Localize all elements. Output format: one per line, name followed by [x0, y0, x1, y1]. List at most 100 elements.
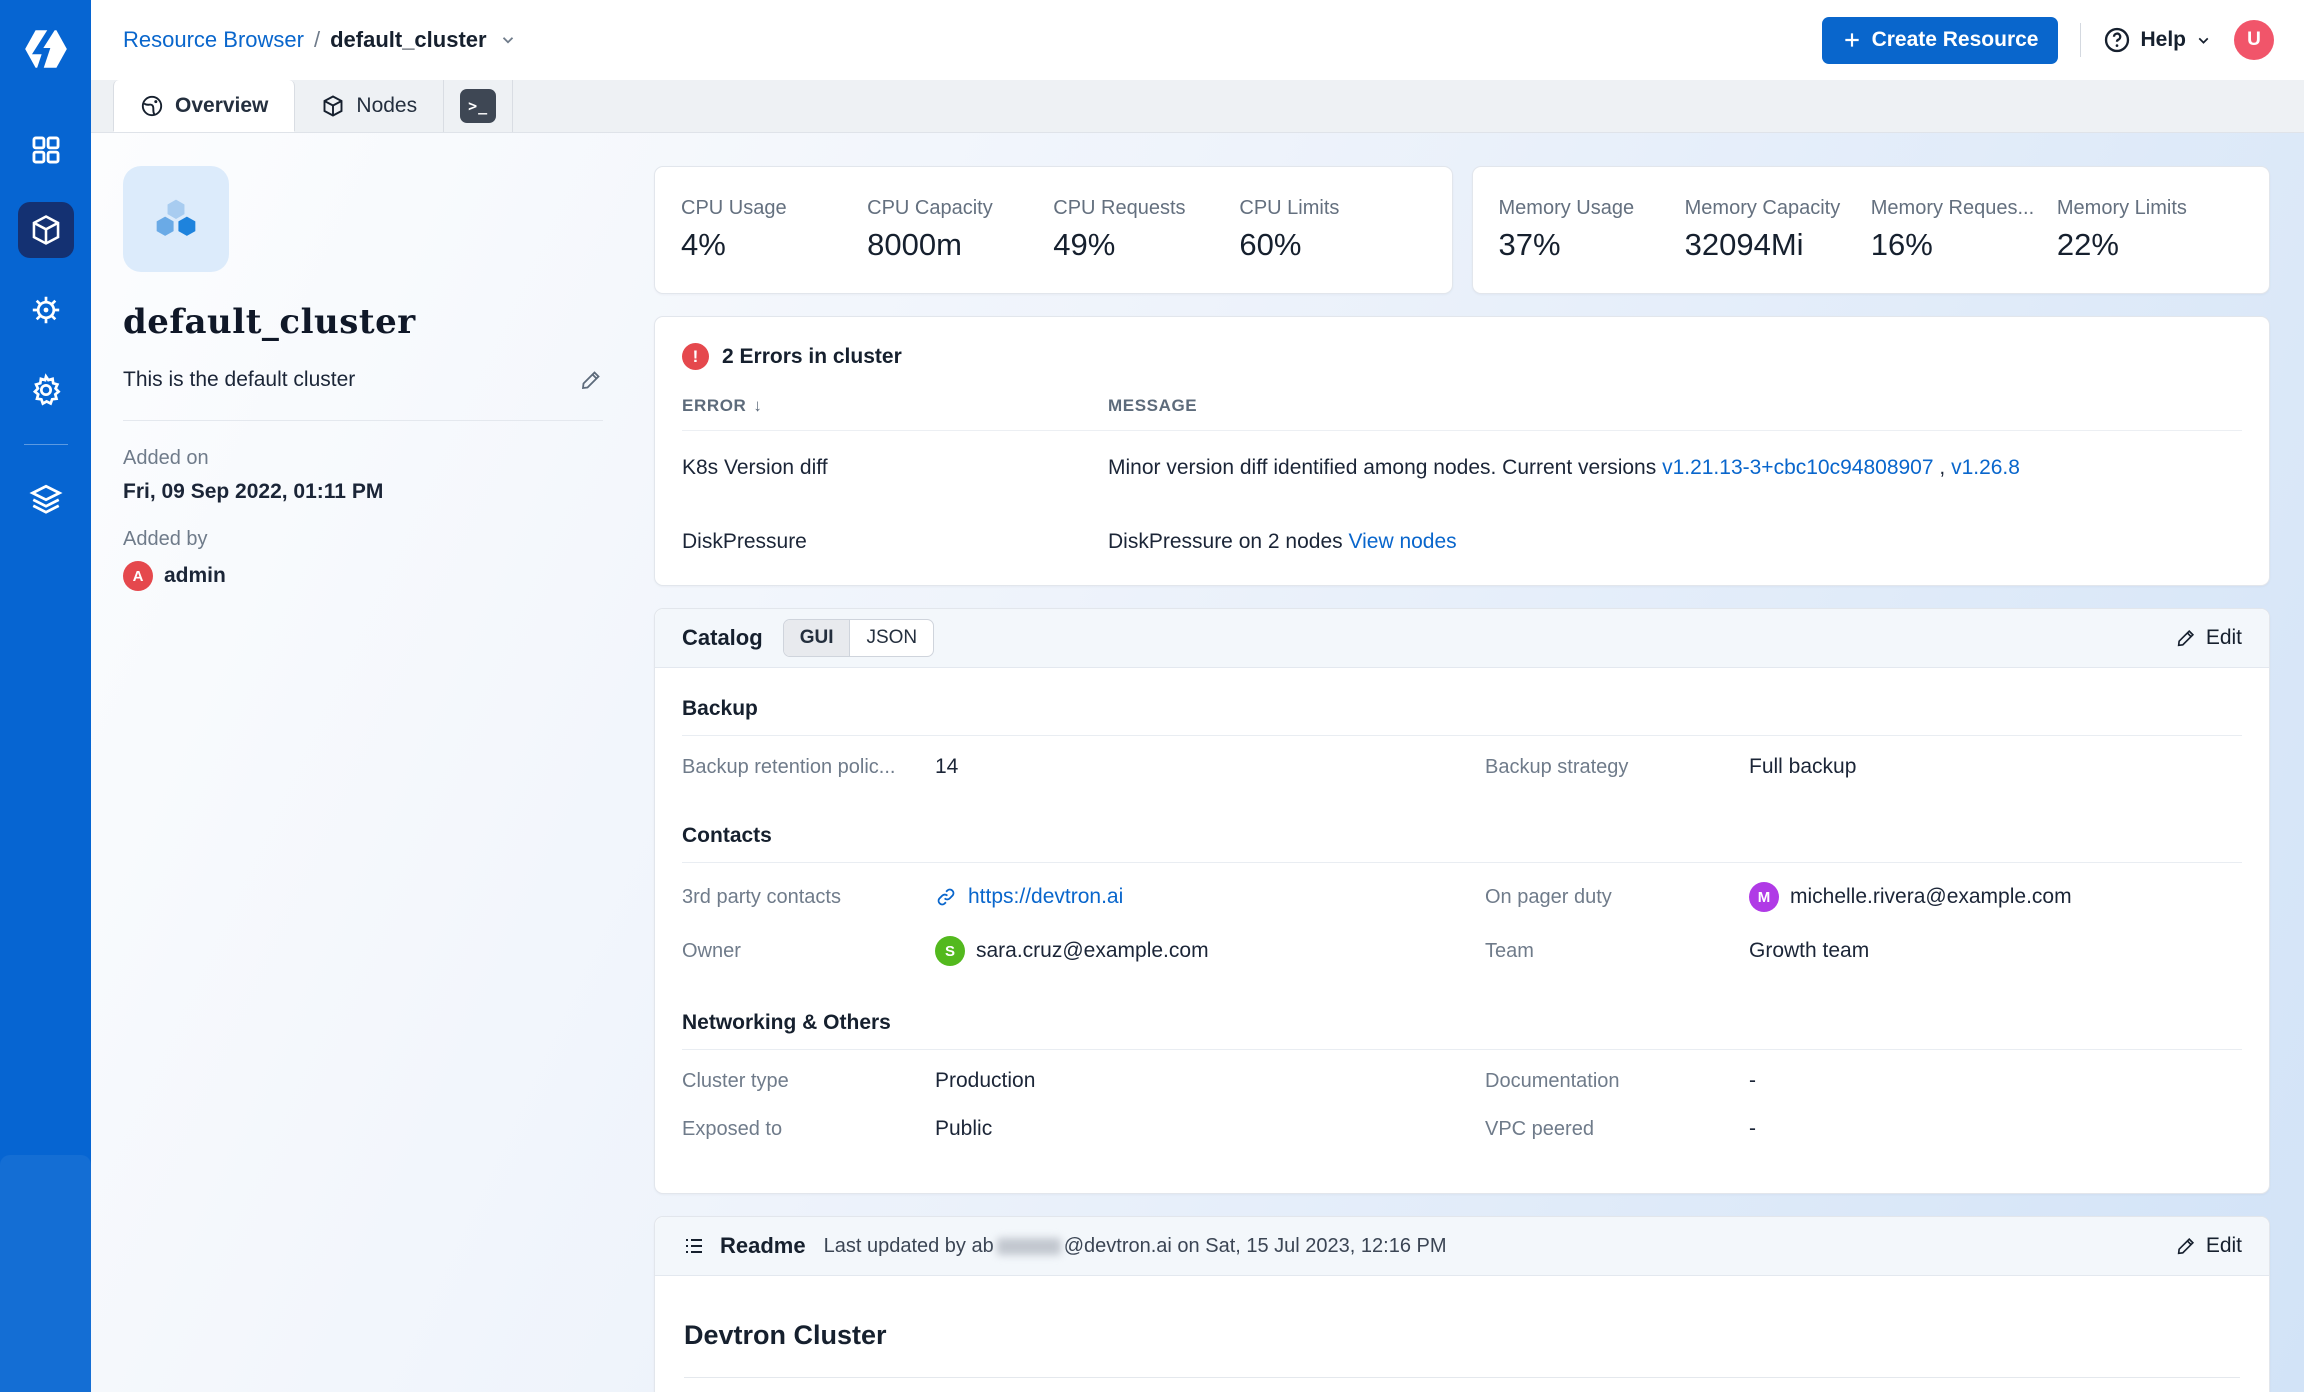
- readme-edit-button[interactable]: Edit: [2175, 1234, 2242, 1258]
- error-message-text: Minor version diff identified among node…: [1108, 456, 1662, 479]
- view-nodes-link[interactable]: View nodes: [1348, 530, 1456, 553]
- metric-value: 32094Mi: [1685, 227, 1871, 263]
- added-by-row: A admin: [123, 561, 603, 591]
- chevron-down-icon[interactable]: [499, 31, 517, 49]
- link-chain-icon: [935, 886, 957, 908]
- tab-cluster-terminal[interactable]: >_: [444, 80, 513, 132]
- error-row-message: DiskPressure on 2 nodes View nodes: [1108, 505, 2242, 579]
- metric-label: CPU Capacity: [867, 197, 1053, 220]
- section-heading-networking: Networking & Others: [682, 984, 2242, 1035]
- field-value: -: [1749, 1117, 2242, 1141]
- create-resource-button[interactable]: Create Resource: [1822, 17, 2059, 64]
- divider: [123, 420, 603, 421]
- catalog-header: Catalog GUI JSON Edit: [655, 609, 2269, 668]
- sidebar-item-applications[interactable]: [18, 122, 74, 178]
- errors-column-message: MESSAGE: [1108, 370, 2242, 431]
- field-label: Exposed to: [682, 1118, 935, 1141]
- owner-email: sara.cruz@example.com: [976, 939, 1209, 963]
- field-label: Owner: [682, 940, 935, 963]
- breadcrumb-resource-browser-link[interactable]: Resource Browser: [123, 27, 304, 53]
- metric-label: CPU Limits: [1239, 197, 1425, 220]
- k8s-version-link-2[interactable]: v1.26.8: [1951, 456, 2020, 479]
- metric-value: 8000m: [867, 227, 1053, 263]
- added-by-value: admin: [164, 564, 226, 588]
- sidebar-divider: [24, 444, 68, 445]
- edit-description-pencil-icon[interactable]: [579, 368, 603, 392]
- networking-field-row: Exposed to Public VPC peered -: [682, 1111, 2242, 1159]
- readme-heading-2: Ingress Classes available: [684, 1378, 2240, 1392]
- section-heading-contacts: Contacts: [682, 797, 2242, 848]
- pencil-icon: [2175, 1235, 2197, 1257]
- added-on-value: Fri, 09 Sep 2022, 01:11 PM: [123, 480, 603, 504]
- sidebar-item-resource-browser[interactable]: [18, 202, 74, 258]
- sidebar: [0, 0, 91, 1392]
- metric-label: Memory Reques...: [1871, 197, 2057, 220]
- added-on-label: Added on: [123, 447, 603, 470]
- team-value: Growth team: [1749, 939, 2242, 963]
- help-menu[interactable]: Help: [2103, 26, 2212, 54]
- memory-capacity-metric: Memory Capacity 32094Mi: [1685, 197, 1871, 263]
- page-header: Resource Browser / default_cluster Creat…: [91, 0, 2304, 80]
- sidebar-item-global-config[interactable]: [18, 362, 74, 418]
- link-separator: ,: [1934, 456, 1952, 479]
- pager-duty-email: michelle.rivera@example.com: [1790, 885, 2072, 909]
- sidebar-item-stack-manager[interactable]: [18, 471, 74, 527]
- field-label: Team: [1485, 940, 1749, 963]
- backup-field-row: Backup retention polic... 14 Backup stra…: [682, 736, 2242, 797]
- networking-field-row: Cluster type Production Documentation -: [682, 1050, 2242, 1111]
- cluster-tabbar: Overview Nodes >_: [91, 80, 2304, 133]
- devtron-logo-icon[interactable]: [21, 24, 71, 74]
- error-message-text: DiskPressure on 2 nodes: [1108, 530, 1348, 553]
- user-avatar[interactable]: U: [2234, 20, 2274, 60]
- metric-label: Memory Limits: [2057, 197, 2243, 220]
- catalog-edit-button[interactable]: Edit: [2175, 626, 2242, 650]
- metric-value: 16%: [1871, 227, 2057, 263]
- cluster-errors-card: ! 2 Errors in cluster ERROR ↓ MESSAGE K8…: [654, 316, 2270, 586]
- catalog-title: Catalog: [682, 625, 763, 651]
- errors-column-error[interactable]: ERROR ↓: [682, 370, 1108, 431]
- metric-value: 4%: [681, 227, 867, 263]
- error-row-name: K8s Version diff: [682, 431, 1108, 505]
- catalog-body: Backup Backup retention polic... 14 Back…: [655, 668, 2269, 1193]
- field-value: 14: [935, 755, 1485, 779]
- catalog-card: Catalog GUI JSON Edit Backup Backup rete…: [654, 608, 2270, 1194]
- tab-nodes[interactable]: Nodes: [295, 80, 444, 132]
- owner-value: S sara.cruz@example.com: [935, 936, 1485, 966]
- contacts-field-row: Owner S sara.cruz@example.com Team Growt…: [682, 930, 2242, 984]
- breadcrumb-separator: /: [314, 27, 320, 53]
- cluster-description: This is the default cluster: [123, 368, 355, 392]
- metric-value: 49%: [1053, 227, 1239, 263]
- k8s-version-link-1[interactable]: v1.21.13-3+cbc10c94808907: [1662, 456, 1933, 479]
- tab-overview[interactable]: Overview: [113, 80, 295, 132]
- redacted-text: [997, 1238, 1061, 1255]
- toggle-json[interactable]: JSON: [849, 620, 933, 656]
- section-heading-backup: Backup: [682, 670, 2242, 721]
- help-label: Help: [2140, 28, 2186, 52]
- field-value: -: [1749, 1069, 2242, 1093]
- third-party-contact-link[interactable]: https://devtron.ai: [968, 885, 1123, 909]
- field-label: VPC peered: [1485, 1118, 1749, 1141]
- readme-meta-suffix: @devtron.ai on Sat, 15 Jul 2023, 12:16 P…: [1064, 1235, 1447, 1258]
- overview-content: default_cluster This is the default clus…: [91, 133, 2304, 1392]
- avatar-admin: A: [123, 561, 153, 591]
- question-circle-icon: [2103, 26, 2131, 54]
- toggle-gui[interactable]: GUI: [784, 620, 850, 656]
- sidebar-item-chart-store[interactable]: [18, 282, 74, 338]
- field-label: On pager duty: [1485, 886, 1749, 909]
- memory-requests-metric: Memory Reques... 16%: [1871, 197, 2057, 263]
- terminal-icon: >_: [460, 89, 496, 123]
- field-label: Cluster type: [682, 1070, 935, 1093]
- metrics-row: CPU Usage 4% CPU Capacity 8000m CPU Requ…: [654, 166, 2270, 294]
- field-value: Public: [935, 1117, 1485, 1141]
- header-actions: Create Resource Help U: [1822, 17, 2274, 64]
- field-value: Full backup: [1749, 755, 2242, 779]
- cluster-name: default_cluster: [123, 302, 603, 342]
- readme-card: Readme Last updated by ab@devtron.ai on …: [654, 1216, 2270, 1392]
- field-label: 3rd party contacts: [682, 886, 935, 909]
- sidebar-nav: [18, 122, 74, 527]
- cluster-hexagons-icon: [123, 166, 229, 272]
- metric-label: CPU Requests: [1053, 197, 1239, 220]
- field-value: Production: [935, 1069, 1485, 1093]
- metric-value: 22%: [2057, 227, 2243, 263]
- metric-label: CPU Usage: [681, 197, 867, 220]
